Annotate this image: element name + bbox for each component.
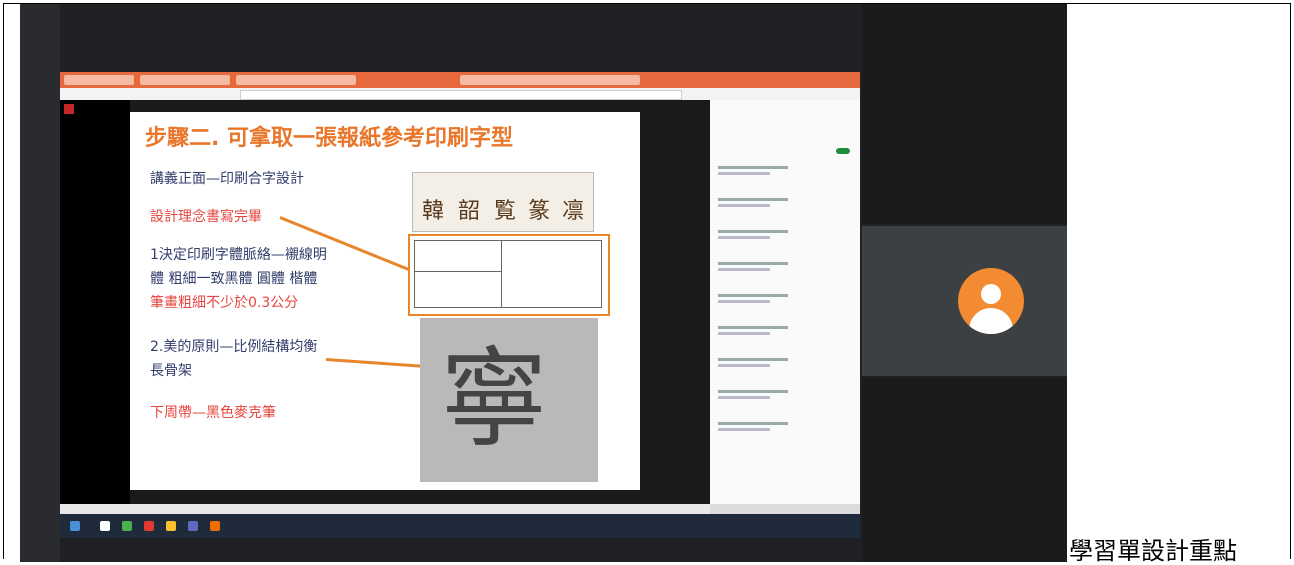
pointer-arrow bbox=[325, 358, 421, 368]
slide-line: 設計理念書寫完畢 bbox=[150, 209, 262, 225]
taskbar-app-icon[interactable] bbox=[210, 521, 220, 531]
taskbar-app-icon[interactable] bbox=[188, 521, 198, 531]
worksheet-grid bbox=[414, 240, 602, 308]
viewer-letterbox bbox=[60, 100, 130, 504]
user-avatar-icon bbox=[958, 268, 1024, 334]
video-tile-empty bbox=[862, 4, 1067, 224]
record-icon bbox=[64, 104, 74, 114]
viewer-toolbar bbox=[60, 504, 710, 514]
chat-message bbox=[718, 326, 814, 336]
chat-message bbox=[718, 294, 814, 304]
browser-tab[interactable] bbox=[140, 75, 230, 85]
meeting-left-strip bbox=[20, 4, 60, 562]
toggle-icon[interactable] bbox=[836, 148, 850, 154]
chat-panel bbox=[710, 100, 860, 504]
url-input[interactable] bbox=[240, 90, 682, 100]
browser-address-bar bbox=[60, 88, 860, 100]
chat-message bbox=[718, 390, 814, 400]
left-margin bbox=[4, 4, 20, 560]
chat-message bbox=[718, 358, 814, 368]
start-icon[interactable] bbox=[70, 521, 80, 531]
taskbar-app-icon[interactable] bbox=[144, 521, 154, 531]
slide-line: 講義正面—印刷合字設計 bbox=[150, 171, 304, 187]
slide-line: 筆畫粗細不少於0.3公分 bbox=[150, 295, 299, 311]
font-sample-strip: 韓 韶 覧 篆 凛 bbox=[412, 172, 594, 232]
browser-tab[interactable] bbox=[64, 75, 134, 85]
handwriting-photo: 寧 bbox=[420, 318, 598, 482]
taskbar bbox=[60, 514, 860, 538]
slide-viewer: 步驟二. 可拿取一張報紙參考印刷字型 講義正面—印刷合字設計 設計理念書寫完畢 … bbox=[60, 100, 710, 504]
browser-tab[interactable] bbox=[236, 75, 356, 85]
chat-message bbox=[718, 198, 814, 208]
video-tile-empty bbox=[862, 378, 1067, 562]
browser-tab[interactable] bbox=[460, 75, 640, 85]
chat-message bbox=[718, 422, 814, 432]
caption-text: 學習單設計重點 bbox=[1069, 537, 1237, 565]
slide: 步驟二. 可拿取一張報紙參考印刷字型 講義正面—印刷合字設計 設計理念書寫完畢 … bbox=[130, 112, 640, 490]
slide-line: 長骨架 bbox=[150, 363, 192, 379]
taskbar-app-icon[interactable] bbox=[166, 521, 176, 531]
slide-line: 2.美的原則—比例結構均衡 bbox=[150, 339, 318, 355]
browser-tab-bar bbox=[60, 72, 860, 88]
sample-glyph: 篆 bbox=[527, 199, 550, 224]
taskbar-app-icon[interactable] bbox=[100, 521, 110, 531]
chat-message bbox=[718, 166, 814, 176]
chat-message bbox=[718, 262, 814, 272]
sample-glyph: 韓 bbox=[421, 199, 444, 224]
slide-line: 1決定印刷字體脈絡—襯線明 bbox=[150, 247, 327, 263]
slide-line: 下周帶—黑色麥克筆 bbox=[150, 405, 276, 421]
photo-glyph: 寧 bbox=[440, 337, 549, 462]
worksheet-layout-box bbox=[408, 234, 610, 316]
shared-screen: 步驟二. 可拿取一張報紙參考印刷字型 講義正面—印刷合字設計 設計理念書寫完畢 … bbox=[60, 72, 860, 538]
slide-line: 體 粗細一致黑體 圓體 楷體 bbox=[150, 271, 318, 287]
sample-glyph: 凛 bbox=[561, 199, 584, 224]
taskbar-app-icon[interactable] bbox=[122, 521, 132, 531]
sample-glyph: 韶 bbox=[457, 199, 480, 224]
sample-glyph: 覧 bbox=[493, 199, 516, 224]
chat-message bbox=[718, 230, 814, 240]
slide-title: 步驟二. 可拿取一張報紙參考印刷字型 bbox=[145, 126, 514, 151]
